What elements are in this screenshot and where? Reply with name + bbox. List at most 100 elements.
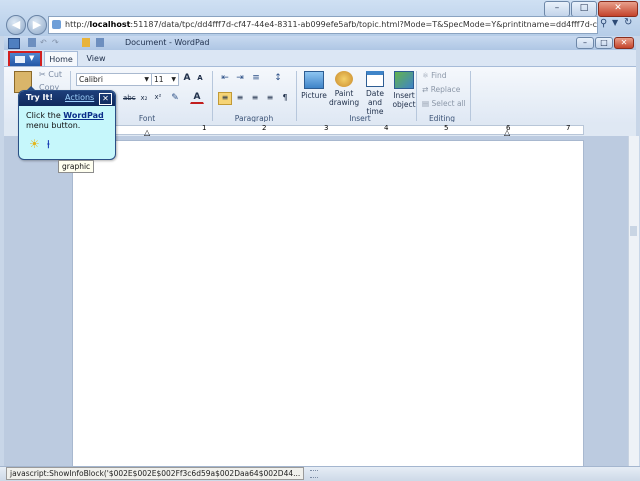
instruction-text-end: menu button.: [26, 121, 81, 130]
paint-drawing-button[interactable]: Paint drawing: [328, 70, 360, 108]
cut-label: Cut: [48, 70, 63, 79]
paragraph-button[interactable]: ¶: [278, 92, 292, 103]
find-label: Find: [431, 71, 447, 80]
resize-grip[interactable]: [310, 470, 318, 478]
separator: [212, 71, 213, 121]
vertical-scrollbar[interactable]: [628, 136, 639, 468]
scissors-icon: ✂: [39, 70, 46, 79]
separator: [296, 71, 297, 121]
separator: [470, 71, 471, 121]
font-size-select[interactable]: 11 ▼: [151, 73, 179, 86]
justify-button[interactable]: ≡: [263, 92, 277, 103]
font-family-select[interactable]: Calibri ▼: [76, 73, 152, 86]
callout-pointer: [26, 86, 36, 91]
picture-icon: [304, 71, 324, 89]
font-size-value: 11: [154, 75, 164, 84]
wordpad-title: Document - WordPad: [125, 38, 210, 47]
select-all-label: Select all: [431, 99, 466, 108]
save-icon[interactable]: [28, 38, 36, 47]
subscript-button[interactable]: x₂: [138, 93, 150, 103]
ruler-number: 1: [202, 124, 207, 132]
chevron-down-icon: ▼: [144, 76, 149, 83]
palette-icon: [335, 71, 353, 87]
wordpad-app-icon: [8, 38, 20, 49]
status-link-text: javascript:ShowInfoBlock('$002E$002E$002…: [6, 467, 305, 480]
redo-icon[interactable]: ↷: [52, 38, 59, 47]
print-icon[interactable]: [96, 38, 104, 47]
tab-home[interactable]: Home: [44, 51, 78, 67]
calendar-icon: [366, 71, 384, 87]
strikethrough-button[interactable]: abc: [122, 93, 136, 103]
browser-window-controls: – □ ✕: [544, 1, 638, 17]
minimize-button[interactable]: –: [544, 1, 570, 17]
close-icon[interactable]: ✕: [99, 93, 112, 105]
align-center-button[interactable]: ≡: [233, 92, 247, 103]
chevron-down-icon: ▼: [171, 76, 176, 83]
scroll-thumb[interactable]: [630, 226, 637, 236]
tab-view[interactable]: View: [82, 51, 110, 66]
key-icon[interactable]: ⍿: [47, 138, 50, 152]
try-it-callout: Try It! Actions ✕ Click the WordPad menu…: [18, 90, 116, 160]
picture-label: Picture: [301, 91, 327, 100]
wordpad-close-button[interactable]: ✕: [614, 37, 634, 49]
instruction-text: Click the: [26, 111, 64, 120]
address-bar[interactable]: http://localhost:51187/data/tpc/dd4fff7d…: [48, 16, 598, 34]
ruler-number: 7: [566, 124, 571, 132]
replace-button[interactable]: ⇄ Replace: [422, 85, 460, 94]
font-family-value: Calibri: [79, 75, 103, 84]
superscript-button[interactable]: x²: [152, 92, 164, 102]
find-button[interactable]: ⚛ Find: [422, 71, 447, 80]
insert-object-label-2: object: [392, 100, 416, 109]
chevron-down-icon: ▼: [29, 54, 35, 62]
select-all-button[interactable]: ▤ Select all: [422, 99, 466, 108]
shrink-font-button[interactable]: A: [194, 73, 206, 83]
refresh-icon[interactable]: ↻: [624, 17, 632, 28]
search-dropdown-icon[interactable]: ▼: [612, 18, 618, 27]
try-it-header: Try It! Actions ✕: [19, 91, 115, 106]
align-right-button[interactable]: ≡: [248, 92, 262, 103]
paint-drawing-label-1: Paint: [334, 89, 354, 98]
line-spacing-button[interactable]: ↕: [270, 72, 286, 84]
search-icon[interactable]: ⚲: [600, 18, 607, 29]
grow-font-button[interactable]: A: [181, 72, 193, 84]
lightbulb-icon[interactable]: ☀: [29, 137, 40, 151]
open-icon[interactable]: [82, 38, 90, 47]
align-left-button[interactable]: ≡: [218, 92, 232, 105]
binoculars-icon: ⚛: [422, 71, 429, 80]
picture-button[interactable]: Picture: [298, 70, 330, 101]
insert-object-label-1: Insert: [393, 91, 415, 100]
wordpad-minimize-button[interactable]: –: [576, 37, 594, 49]
paint-drawing-label-2: drawing: [329, 98, 360, 107]
actions-link[interactable]: Actions: [65, 93, 94, 102]
bullets-button[interactable]: ≡: [248, 72, 264, 84]
page-icon: [52, 20, 61, 29]
ruler-number: 5: [444, 124, 449, 132]
cut-button[interactable]: ✂ Cut: [39, 70, 62, 79]
try-it-instruction: Click the WordPad menu button.: [26, 111, 112, 131]
replace-icon: ⇄: [422, 85, 429, 94]
wordpad-maximize-button[interactable]: □: [595, 37, 613, 49]
separator: [416, 71, 417, 121]
highlight-color-button[interactable]: ✎: [168, 92, 182, 104]
object-icon: [394, 71, 414, 89]
url-text: http://localhost:51187/data/tpc/dd4fff7d…: [65, 20, 598, 29]
document-icon: [15, 56, 25, 63]
ruler-number: 3: [324, 124, 329, 132]
back-button[interactable]: ◀: [6, 15, 26, 35]
wordpad-window-controls: – □ ✕: [576, 37, 634, 49]
close-button[interactable]: ✕: [598, 1, 638, 17]
forward-button[interactable]: ▶: [27, 15, 47, 35]
undo-icon[interactable]: ↶: [40, 38, 47, 47]
maximize-button[interactable]: □: [571, 1, 597, 17]
font-color-button[interactable]: A: [190, 91, 204, 104]
document-page[interactable]: [72, 140, 584, 470]
ruler-number: 2: [262, 124, 267, 132]
wordpad-link[interactable]: WordPad: [63, 111, 103, 120]
date-time-label-1: Date and: [366, 89, 384, 107]
decrease-indent-button[interactable]: ⇤: [218, 72, 232, 84]
select-all-icon: ▤: [422, 99, 430, 108]
replace-label: Replace: [430, 85, 461, 94]
date-and-time-button[interactable]: Date and time: [358, 70, 392, 117]
increase-indent-button[interactable]: ⇥: [233, 72, 247, 84]
graphic-tooltip: graphic: [58, 160, 95, 173]
